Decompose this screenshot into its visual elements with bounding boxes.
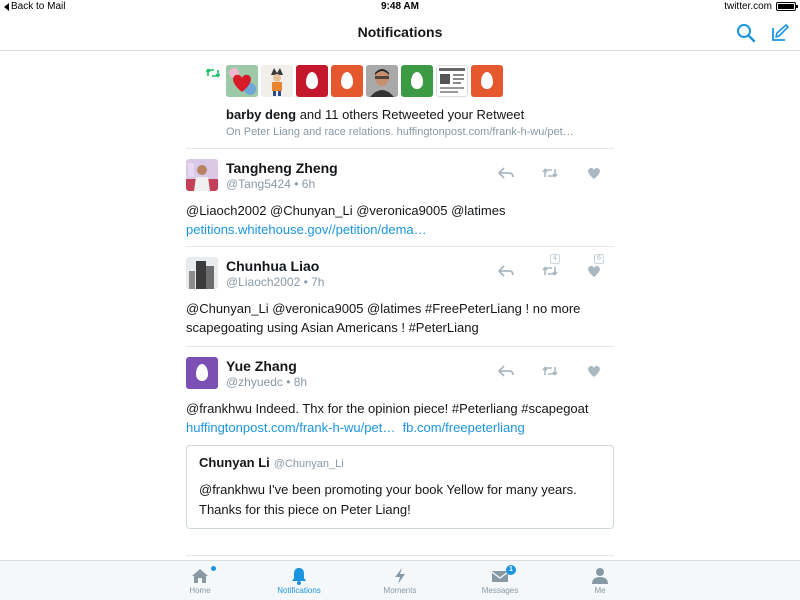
reply-icon[interactable] [498, 364, 514, 378]
avatar[interactable] [331, 65, 363, 97]
tab-label: Me [594, 586, 606, 595]
retweet-icon [206, 68, 220, 78]
battery-icon [776, 2, 798, 11]
retweet-summary-rest: and 11 others Retweeted your Retweet [296, 107, 525, 122]
tweet-author-handle: @zhyuedc • 8h [226, 375, 308, 389]
tweet-link[interactable]: petitions.whitehouse.gov//petition/dema… [186, 222, 427, 237]
quoted-author-handle: @Chunyan_Li [273, 458, 344, 470]
tweet-author-name[interactable]: Tangheng Zheng [226, 160, 338, 176]
avatar[interactable] [226, 65, 258, 97]
tweet[interactable]: Chunhua Liao @Liaoch2002 • 7h 4 6 @Chuny… [186, 247, 614, 347]
tab-label: Notifications [277, 586, 321, 595]
retweet-icon [542, 266, 558, 276]
reply-icon[interactable] [498, 264, 514, 278]
tab-bar: Home Notifications Moments 1 Messages Me [0, 560, 800, 600]
retweet-icon[interactable] [542, 364, 558, 378]
bell-icon [292, 568, 306, 585]
page-title: Notifications [357, 24, 443, 40]
tweet-actions [498, 166, 602, 180]
like-count: 6 [594, 254, 604, 264]
avatar[interactable] [261, 65, 293, 97]
tweet-author-name[interactable]: Chunhua Liao [226, 258, 319, 274]
compose-icon[interactable] [770, 23, 790, 43]
avatar[interactable] [296, 65, 328, 97]
avatar[interactable] [401, 65, 433, 97]
like-icon[interactable] [586, 166, 602, 180]
tab-home[interactable]: Home [160, 566, 240, 595]
retweet-icon[interactable] [542, 166, 558, 180]
retweet-subtext[interactable]: On Peter Liang and race relations. huffi… [226, 126, 574, 138]
like-action[interactable]: 6 [586, 254, 604, 278]
avatar[interactable] [186, 159, 218, 191]
tweet-link[interactable]: fb.com/freepeterliang [403, 420, 525, 435]
status-bar: Back to Mail 9:48 AM twitter.com [0, 0, 800, 14]
avatar[interactable] [471, 65, 503, 97]
avatar[interactable] [436, 65, 468, 97]
quoted-author-name: Chunyan Li [199, 455, 270, 470]
tweet-actions [498, 364, 602, 378]
tweet-text: @frankhwu Indeed. Thx for the opinion pi… [186, 399, 614, 437]
tab-moments[interactable]: Moments [360, 567, 440, 595]
status-right: twitter.com [724, 1, 798, 12]
tweet-author-name[interactable]: Yue Zhang [226, 358, 297, 374]
tweet-author-handle: @Liaoch2002 • 7h [226, 275, 325, 289]
notifications-feed: barby deng and 11 others Retweeted your … [186, 51, 614, 556]
search-icon[interactable] [736, 23, 756, 43]
tweet-text: @Liaoch2002 @Chunyan_Li @veronica9005 @l… [186, 201, 614, 239]
retweet-action[interactable]: 4 [542, 254, 560, 278]
tweet-actions: 4 6 [498, 254, 604, 278]
tweet-link[interactable]: huffingtonpost.com/frank-h-wu/pet… [186, 420, 395, 435]
reply-icon[interactable] [498, 166, 514, 180]
retweet-notification[interactable]: barby deng and 11 others Retweeted your … [186, 51, 614, 149]
tweet-body-text: @Liaoch2002 @Chunyan_Li @veronica9005 @l… [186, 203, 506, 218]
lightning-icon [395, 568, 405, 584]
tab-messages[interactable]: 1 Messages [460, 565, 540, 595]
messages-badge: 1 [506, 565, 516, 575]
retweet-count: 4 [550, 254, 560, 264]
tweet-body-text: @frankhwu Indeed. Thx for the opinion pi… [186, 401, 589, 416]
tab-label: Moments [383, 586, 417, 595]
tab-label: Messages [481, 586, 519, 595]
retweet-summary: barby deng and 11 others Retweeted your … [226, 107, 524, 122]
home-unread-dot [211, 566, 216, 571]
retweeter-name[interactable]: barby deng [226, 107, 296, 122]
quoted-tweet-text: @frankhwu I've been promoting your book … [199, 482, 577, 517]
nav-bar: Notifications [0, 14, 800, 51]
like-icon [588, 265, 600, 277]
tab-notifications[interactable]: Notifications [259, 567, 339, 595]
tweet-author-handle: @Tang5424 • 6h [226, 177, 316, 191]
person-icon [592, 568, 608, 584]
tweet[interactable]: Yue Zhang @zhyuedc • 8h @frankhwu Indeed… [186, 347, 614, 556]
like-icon[interactable] [586, 364, 602, 378]
site-label: twitter.com [724, 1, 772, 12]
avatar[interactable] [186, 257, 218, 289]
clock: 9:48 AM [381, 1, 419, 12]
retweeter-avatars [226, 65, 503, 97]
home-icon [192, 569, 208, 583]
tab-me[interactable]: Me [560, 567, 640, 595]
quoted-tweet[interactable]: Chunyan Li @Chunyan_Li @frankhwu I've bee… [186, 445, 614, 529]
avatar[interactable] [186, 357, 218, 389]
tweet[interactable]: Tangheng Zheng @Tang5424 • 6h @Liaoch200… [186, 149, 614, 247]
tab-label: Home [189, 586, 211, 595]
tweet-text: @Chunyan_Li @veronica9005 @latimes #Free… [186, 301, 581, 335]
avatar[interactable] [366, 65, 398, 97]
